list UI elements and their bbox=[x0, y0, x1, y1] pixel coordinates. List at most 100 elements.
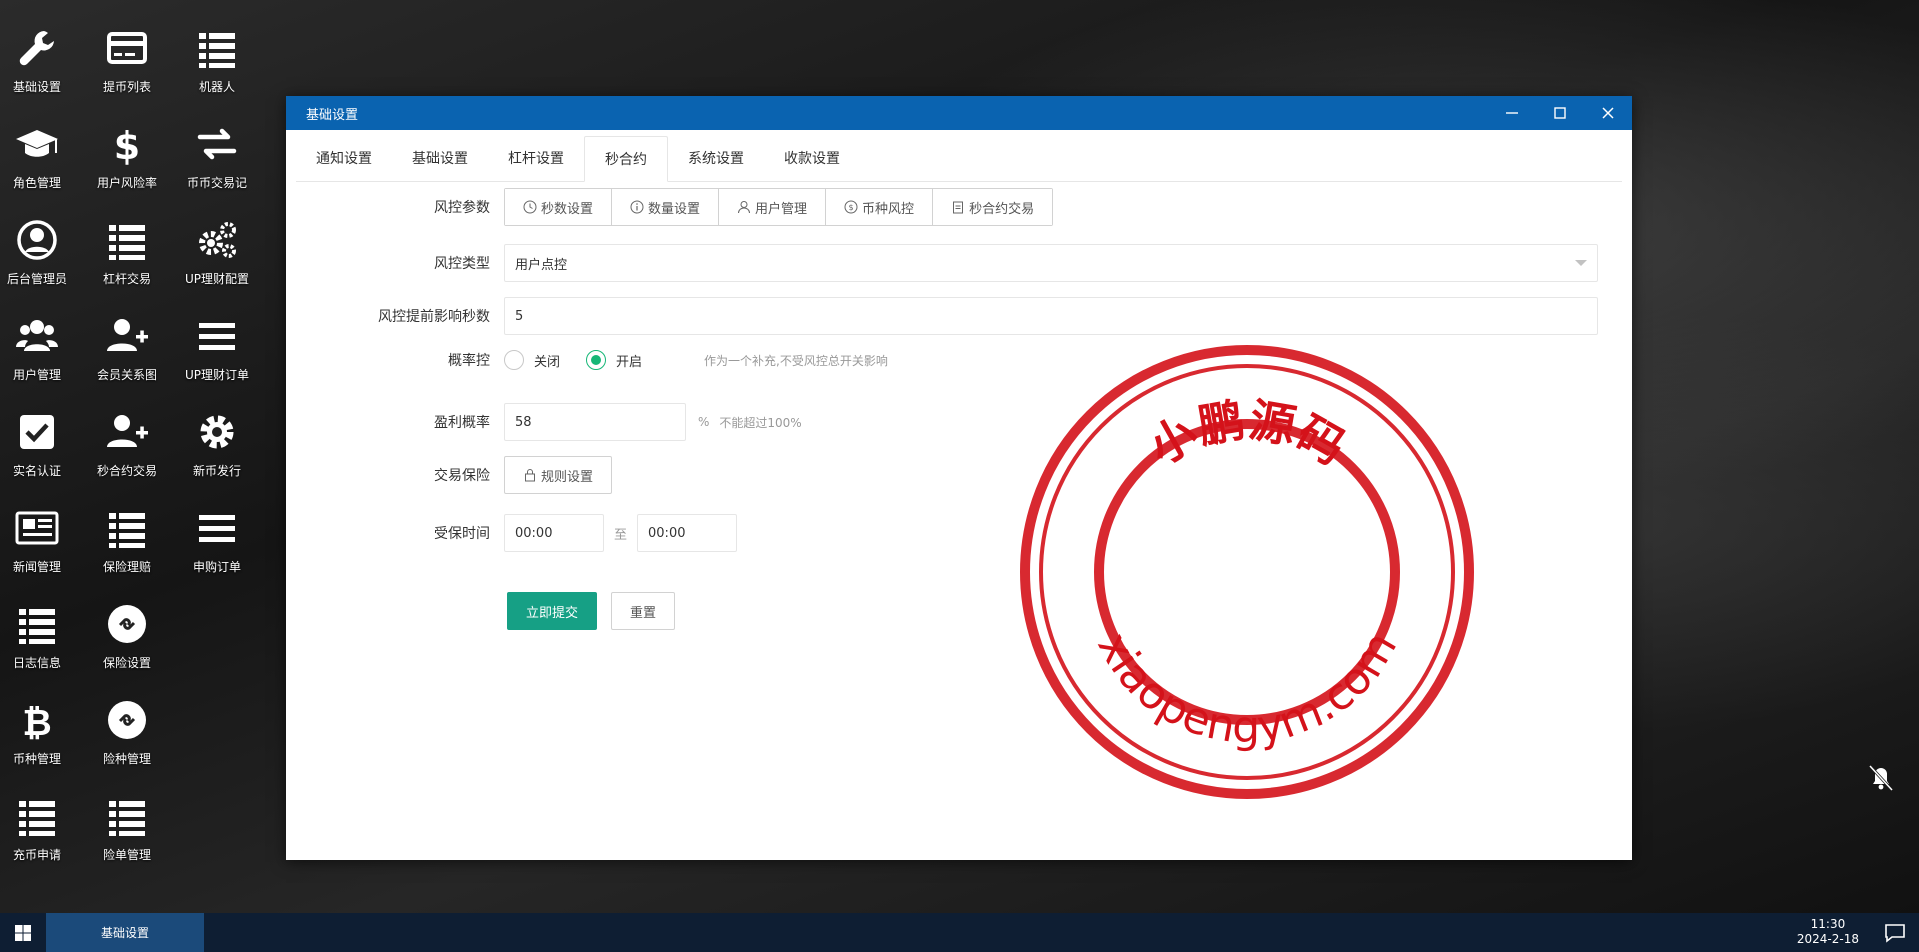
rule-setting-label: 规则设置 bbox=[541, 469, 594, 485]
desktop-icon-1[interactable]: 提币列表 bbox=[82, 20, 172, 110]
minimize-icon bbox=[1506, 112, 1518, 114]
desktop-icon-17[interactable]: 申购订单 bbox=[172, 500, 262, 590]
clock-date: 2024-2-18 bbox=[1796, 932, 1859, 946]
message-icon[interactable] bbox=[1883, 921, 1907, 945]
svg-text:小鹏源码: 小鹏源码 bbox=[1140, 393, 1354, 475]
watermark-stamp: 小鹏源码 xiaopengym.com bbox=[1020, 345, 1474, 799]
desktop-icon-21[interactable]: 险种管理 bbox=[82, 692, 172, 782]
taskbar-clock[interactable]: 11:30 2024-2-18 bbox=[1797, 917, 1859, 947]
chevron-down-icon bbox=[1575, 260, 1587, 266]
coin-risk-label: 币种风控 bbox=[862, 201, 915, 217]
desktop-icon-6[interactable]: 后台管理员 bbox=[0, 212, 82, 302]
time-separator: 至 bbox=[614, 527, 628, 543]
desktop-icon-label: 险种管理 bbox=[102, 752, 151, 766]
profit-rate-input[interactable]: 58 bbox=[504, 403, 686, 441]
desktop-icon-2[interactable]: 机器人 bbox=[172, 20, 262, 110]
exchange-icon bbox=[197, 128, 237, 160]
prob-hint: 作为一个补充,不受风控总开关影响 bbox=[704, 353, 888, 368]
svg-text:₿: ₿ bbox=[22, 703, 51, 743]
desktop-icon-8[interactable]: UP理财配置 bbox=[172, 212, 262, 302]
user-plus-icon bbox=[107, 415, 148, 447]
advance-seconds-input[interactable]: 5 bbox=[504, 297, 1598, 335]
tab-second-contract[interactable]: 秒合约 bbox=[584, 136, 668, 182]
tab-leverage[interactable]: 杠杆设置 bbox=[488, 136, 584, 182]
start-button[interactable] bbox=[0, 913, 46, 952]
desktop-icon-0[interactable]: 基础设置 bbox=[0, 20, 82, 110]
tab-basic[interactable]: 基础设置 bbox=[392, 136, 488, 182]
seconds-setting-button[interactable]: 秒数设置 bbox=[505, 189, 613, 225]
rule-setting-button[interactable]: 规则设置 bbox=[504, 456, 613, 494]
desktop-icon-label: 会员关系图 bbox=[96, 368, 157, 382]
desktop-icon-18[interactable]: 日志信息 bbox=[0, 596, 82, 686]
user-icon bbox=[738, 201, 751, 214]
windows-icon bbox=[15, 924, 31, 941]
desktop-icon-7[interactable]: 杠杆交易 bbox=[82, 212, 172, 302]
taskbar-item-basic-settings[interactable]: 基础设置 bbox=[46, 913, 204, 952]
desktop-icon-label: 新闻管理 bbox=[12, 560, 61, 574]
settings-tabs: 通知设置 基础设置 杠杆设置 秒合约 系统设置 收款设置 bbox=[296, 136, 1622, 182]
gear-icon bbox=[200, 415, 234, 449]
card-icon bbox=[107, 32, 147, 64]
window-title: 基础设置 bbox=[306, 107, 359, 123]
risk-params-label: 风控参数 bbox=[434, 200, 490, 216]
profit-rate-hint: 不能超过100% bbox=[719, 415, 802, 430]
user-management-button[interactable]: 用户管理 bbox=[719, 189, 827, 225]
users-icon bbox=[16, 320, 58, 351]
bell-off-icon[interactable] bbox=[1864, 760, 1898, 794]
tab-payment[interactable]: 收款设置 bbox=[764, 136, 860, 182]
close-button[interactable] bbox=[1584, 96, 1632, 130]
desktop-icon-label: 实名认证 bbox=[12, 464, 61, 478]
cogs-icon bbox=[199, 222, 236, 258]
prob-off-radio[interactable]: 关闭 bbox=[504, 350, 560, 370]
risk-type-select[interactable]: 用户点控 bbox=[504, 244, 1598, 282]
desktop-icon-9[interactable]: 用户管理 bbox=[0, 308, 82, 398]
maximize-button[interactable] bbox=[1536, 96, 1584, 130]
desktop-icon-13[interactable]: 秒合约交易 bbox=[82, 404, 172, 494]
second-contract-trade-label: 秒合约交易 bbox=[969, 201, 1035, 217]
desktop-icon-3[interactable]: 角色管理 bbox=[0, 116, 82, 206]
desktop-icon-label: 充币申请 bbox=[12, 848, 61, 862]
svg-text:$: $ bbox=[114, 124, 140, 167]
lock-icon bbox=[525, 469, 535, 482]
clock-icon bbox=[523, 200, 537, 214]
risk-params-group: 秒数设置 数量设置 用户管理 $ 币种风控 秒合约交易 bbox=[504, 188, 1054, 226]
check-square-icon bbox=[20, 415, 54, 449]
desktop-icon-20[interactable]: ₿ 币种管理 bbox=[0, 692, 82, 782]
insurance-label: 交易保险 bbox=[434, 468, 490, 484]
newspaper-icon bbox=[15, 511, 59, 545]
svg-text:xiaopengym.com: xiaopengym.com bbox=[1087, 623, 1407, 753]
submit-button[interactable]: 立即提交 bbox=[507, 592, 598, 630]
prob-on-radio[interactable]: 开启 bbox=[586, 350, 642, 370]
desktop-icon-4[interactable]: $ 用户风险率 bbox=[82, 116, 172, 206]
desktop-icon-5[interactable]: 币币交易记 bbox=[172, 116, 262, 206]
insured-time-to-input[interactable]: 00:00 bbox=[637, 514, 738, 552]
wrench-icon bbox=[19, 31, 54, 66]
coin-risk-button[interactable]: $ 币种风控 bbox=[826, 189, 934, 225]
watermark-bottom-text: xiaopengym.com bbox=[1087, 623, 1407, 753]
tab-notification[interactable]: 通知设置 bbox=[296, 136, 392, 182]
second-contract-trade-button[interactable]: 秒合约交易 bbox=[933, 189, 1053, 225]
desktop-icon-label: 险单管理 bbox=[102, 848, 151, 862]
tab-system[interactable]: 系统设置 bbox=[668, 136, 764, 182]
list-icon bbox=[109, 225, 145, 260]
risk-type-label: 风控类型 bbox=[434, 256, 490, 272]
taskbar: 基础设置 11:30 2024-2-18 bbox=[0, 913, 1919, 952]
info-icon bbox=[630, 200, 644, 214]
desktop-icon-19[interactable]: 保险设置 bbox=[82, 596, 172, 686]
desktop-icon-16[interactable]: 保险理赔 bbox=[82, 500, 172, 590]
desktop-icon-14[interactable]: 新币发行 bbox=[172, 404, 262, 494]
desktop-icon-15[interactable]: 新闻管理 bbox=[0, 500, 82, 590]
desktop-icon-23[interactable]: 险单管理 bbox=[82, 788, 172, 878]
dollar-icon: $ bbox=[114, 124, 140, 167]
minimize-button[interactable] bbox=[1488, 96, 1536, 130]
desktop-icon-11[interactable]: UP理财订单 bbox=[172, 308, 262, 398]
window-titlebar[interactable]: 基础设置 bbox=[286, 96, 1632, 130]
desktop-icon-22[interactable]: 充币申请 bbox=[0, 788, 82, 878]
insured-time-from-input[interactable]: 00:00 bbox=[504, 514, 604, 552]
reset-button[interactable]: 重置 bbox=[611, 592, 676, 630]
desktop-icon-10[interactable]: 会员关系图 bbox=[82, 308, 172, 398]
desktop-icon-12[interactable]: 实名认证 bbox=[0, 404, 82, 494]
desktop-icon-label: 用户管理 bbox=[12, 368, 61, 382]
desktop-icon-label: 后台管理员 bbox=[6, 272, 67, 286]
quantity-setting-button[interactable]: 数量设置 bbox=[612, 189, 720, 225]
